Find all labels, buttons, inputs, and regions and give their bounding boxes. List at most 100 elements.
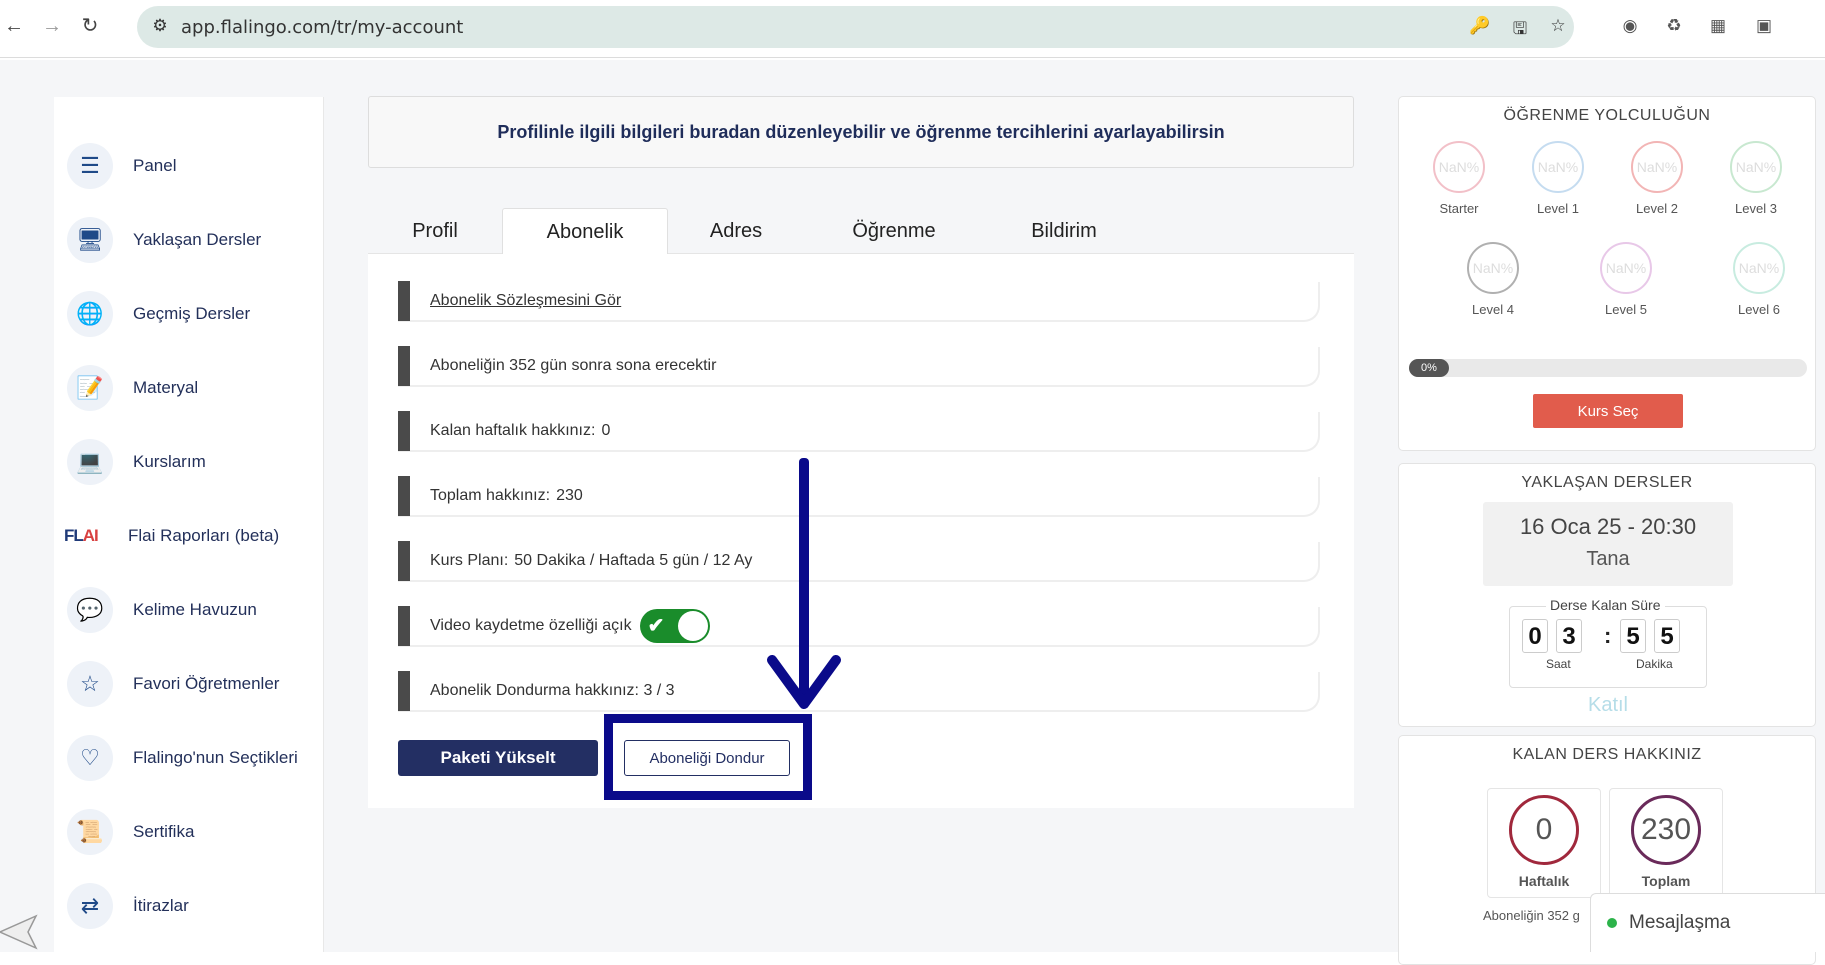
sidebar-item-panel[interactable]: ☰ Panel (54, 135, 324, 197)
sidebar-item-past-lessons[interactable]: 🌐 Geçmiş Dersler (54, 283, 324, 345)
level-starter[interactable]: NaN% Starter (1419, 141, 1499, 216)
star-icon[interactable]: ☆ (1547, 16, 1569, 38)
forward-icon[interactable]: → (40, 14, 64, 38)
level-name: Level 1 (1537, 201, 1579, 216)
subscription-panel: Abonelik Sözleşmesini Gör Aboneliğin 352… (368, 254, 1354, 808)
level-4[interactable]: NaN% Level 4 (1453, 242, 1533, 317)
row-marker (398, 476, 410, 516)
sidebar-item-objections[interactable]: ⇄ İtirazlar (54, 875, 324, 937)
reload-icon[interactable]: ↻ (78, 14, 102, 38)
row-marker (398, 606, 410, 646)
site-info-icon[interactable]: ⚙ (149, 16, 171, 38)
countdown-separator: : (1604, 623, 1612, 648)
sidebar-item-certificate[interactable]: 📜 Sertifika (54, 801, 324, 863)
favorite-teachers-icon: ☆ (67, 661, 113, 707)
next-lesson-box[interactable]: 16 Oca 25 - 20:30 Tana (1483, 502, 1733, 586)
messaging-widget[interactable]: Mesajlaşma (1590, 893, 1825, 952)
info-banner: Profilinle ilgili bilgileri buradan düze… (368, 96, 1354, 168)
sidebar-item-word-pool[interactable]: 💬 Kelime Havuzun (54, 579, 324, 641)
panel-icon: ☰ (67, 143, 113, 189)
tab-profile[interactable]: Profil (368, 208, 502, 254)
annotation-highlight-box (604, 714, 812, 800)
level-1[interactable]: NaN% Level 1 (1518, 141, 1598, 216)
back-icon[interactable]: ← (2, 14, 26, 38)
minutes-unit-label: Dakika (1636, 657, 1673, 671)
row-marker (398, 541, 410, 581)
recycle-icon[interactable]: ♻ (1662, 16, 1686, 40)
puzzle-icon[interactable]: ▣ (1752, 16, 1776, 40)
level-ring: NaN% (1730, 141, 1782, 193)
objections-icon: ⇄ (67, 883, 113, 929)
install-icon[interactable]: 🖫 (1509, 16, 1531, 38)
weekly-credits-value: 0 (601, 422, 611, 439)
material-icon: 📝 (67, 365, 113, 411)
sidebar: ☰ Panel 🖥 Yaklaşan Dersler 🌐 Geçmiş Ders… (54, 97, 324, 952)
course-plan-label: Kurs Planı: (430, 552, 509, 569)
browser-toolbar: ← → ↻ ⚙ app.flalingo.com/tr/my-account 🔑… (0, 0, 1825, 58)
check-icon: ✔ (647, 615, 665, 637)
row-marker (398, 346, 410, 386)
messaging-label: Mesajlaşma (1629, 912, 1731, 933)
level-ring: NaN% (1433, 141, 1485, 193)
level-ring: NaN% (1532, 141, 1584, 193)
expiry-row: Aboneliğin 352 gün sonra sona erecektir (398, 346, 1320, 387)
tab-subscription[interactable]: Abonelik (502, 208, 668, 254)
learning-journey-card: ÖĞRENME YOLCULUĞUN NaN% Starter NaN% Lev… (1398, 96, 1816, 451)
row-marker (398, 281, 410, 321)
level-name: Level 2 (1636, 201, 1678, 216)
annotation-arrow-head (767, 655, 841, 709)
level-5[interactable]: NaN% Level 5 (1586, 242, 1666, 317)
level-name: Level 6 (1738, 302, 1780, 317)
contract-row: Abonelik Sözleşmesini Gör (398, 281, 1320, 322)
level-name: Level 3 (1735, 201, 1777, 216)
sidebar-item-material[interactable]: 📝 Materyal (54, 357, 324, 419)
countdown-minutes-ones: 5 (1654, 619, 1680, 653)
contract-link[interactable]: Abonelik Sözleşmesini Gör (430, 292, 621, 310)
countdown-minutes-tens: 5 (1620, 619, 1646, 653)
journey-progress-bar: 0% (1409, 359, 1807, 377)
tab-address[interactable]: Adres (668, 208, 804, 254)
tab-learning[interactable]: Öğrenme (804, 208, 984, 254)
toggle-knob (677, 611, 708, 641)
url-text[interactable]: app.flalingo.com/tr/my-account (181, 17, 463, 38)
learning-journey-title: ÖĞRENME YOLCULUĞUN (1503, 107, 1711, 124)
certificate-icon: 📜 (67, 809, 113, 855)
qr-icon[interactable]: ▦ (1706, 16, 1730, 40)
level-ring: NaN% (1600, 242, 1652, 294)
remaining-credits-title: KALAN DERS HAKKINIZ (1512, 746, 1702, 763)
tab-notifications[interactable]: Bildirim (984, 208, 1144, 254)
past-lessons-icon: 🌐 (67, 291, 113, 337)
level-6[interactable]: NaN% Level 6 (1719, 242, 1799, 317)
join-lesson-link[interactable]: Katıl (1399, 694, 1817, 717)
row-marker (398, 671, 410, 711)
total-credits-box: 230 Toplam (1609, 788, 1723, 898)
sidebar-item-upcoming-lessons[interactable]: 🖥 Yaklaşan Dersler (54, 209, 324, 271)
freeze-credits-row: Abonelik Dondurma hakkınız: 3 / 3 (398, 671, 1320, 712)
lesson-datetime: 16 Oca 25 - 20:30 (1519, 514, 1697, 539)
level-3[interactable]: NaN% Level 3 (1716, 141, 1796, 216)
online-status-dot (1607, 918, 1617, 928)
total-credits-caption: Toplam (1641, 873, 1691, 889)
total-credits-value: 230 (556, 487, 583, 504)
sidebar-item-favorite-teachers[interactable]: ☆ Favori Öğretmenler (54, 653, 324, 715)
sidebar-item-flai-reports[interactable]: FLAI Flai Raporları (beta) (54, 505, 324, 567)
address-bar[interactable]: ⚙ app.flalingo.com/tr/my-account 🔑 🖫 ☆ (137, 6, 1574, 48)
sidebar-item-courses[interactable]: 💻 Kurslarım (54, 431, 324, 493)
total-credits-circle: 230 (1631, 795, 1701, 865)
weekly-credits-circle: 0 (1509, 795, 1579, 865)
sidebar-item-label: Flalingo'nun Seçtikleri (133, 748, 298, 767)
lesson-teacher: Tana (1586, 548, 1630, 570)
journey-progress-label: 0% (1409, 359, 1449, 377)
upcoming-lessons-card: YAKLAŞAN DERSLER 16 Oca 25 - 20:30 Tana … (1398, 463, 1816, 727)
sidebar-item-label: Kelime Havuzun (133, 600, 257, 619)
upgrade-package-button[interactable]: Paketi Yükselt (398, 740, 598, 776)
video-recording-toggle[interactable]: ✔ (639, 609, 710, 643)
weekly-credits-caption: Haftalık (1518, 873, 1570, 889)
choose-course-button[interactable]: Kurs Seç (1533, 394, 1683, 428)
level-2[interactable]: NaN% Level 2 (1617, 141, 1697, 216)
sidebar-item-picks[interactable]: ♡ Flalingo'nun Seçtikleri (54, 727, 324, 789)
page-back-arrow-icon[interactable] (0, 912, 40, 952)
key-icon[interactable]: 🔑 (1469, 16, 1491, 38)
extension-icon[interactable]: ◉ (1618, 16, 1642, 40)
weekly-credits-box: 0 Haftalık (1487, 788, 1601, 898)
